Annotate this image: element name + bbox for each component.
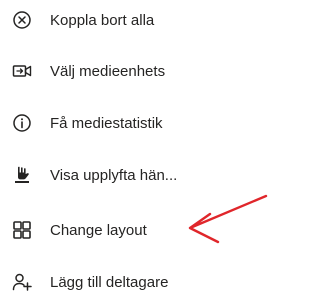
menu-item-label: Få mediestatistik [50,114,163,132]
menu-item-label: Välj medieenhets [50,62,166,80]
menu-item-media-stats[interactable]: Få mediestatistik [0,103,250,143]
raised-hand-icon [12,165,32,185]
close-circle-icon [12,10,32,30]
menu-item-label: Change layout [50,221,147,239]
menu-item-raised-hands[interactable]: Visa upplyfta hän... [0,155,250,195]
context-menu: Koppla bort alla Välj medieenhets Få med… [0,0,268,291]
grid-layout-icon [12,220,32,240]
media-device-icon [12,61,32,81]
menu-item-add-participant[interactable]: Lägg till deltagare [0,262,250,291]
menu-item-change-layout[interactable]: Change layout [0,210,250,250]
menu-item-label: Visa upplyfta hän... [50,166,178,184]
menu-item-disconnect-all[interactable]: Koppla bort alla [0,0,250,40]
add-person-icon [12,272,32,291]
info-circle-icon [12,113,32,133]
menu-item-label: Lägg till deltagare [50,273,169,291]
menu-item-label: Koppla bort alla [50,11,155,29]
menu-item-select-media-device[interactable]: Välj medieenhets [0,51,250,91]
